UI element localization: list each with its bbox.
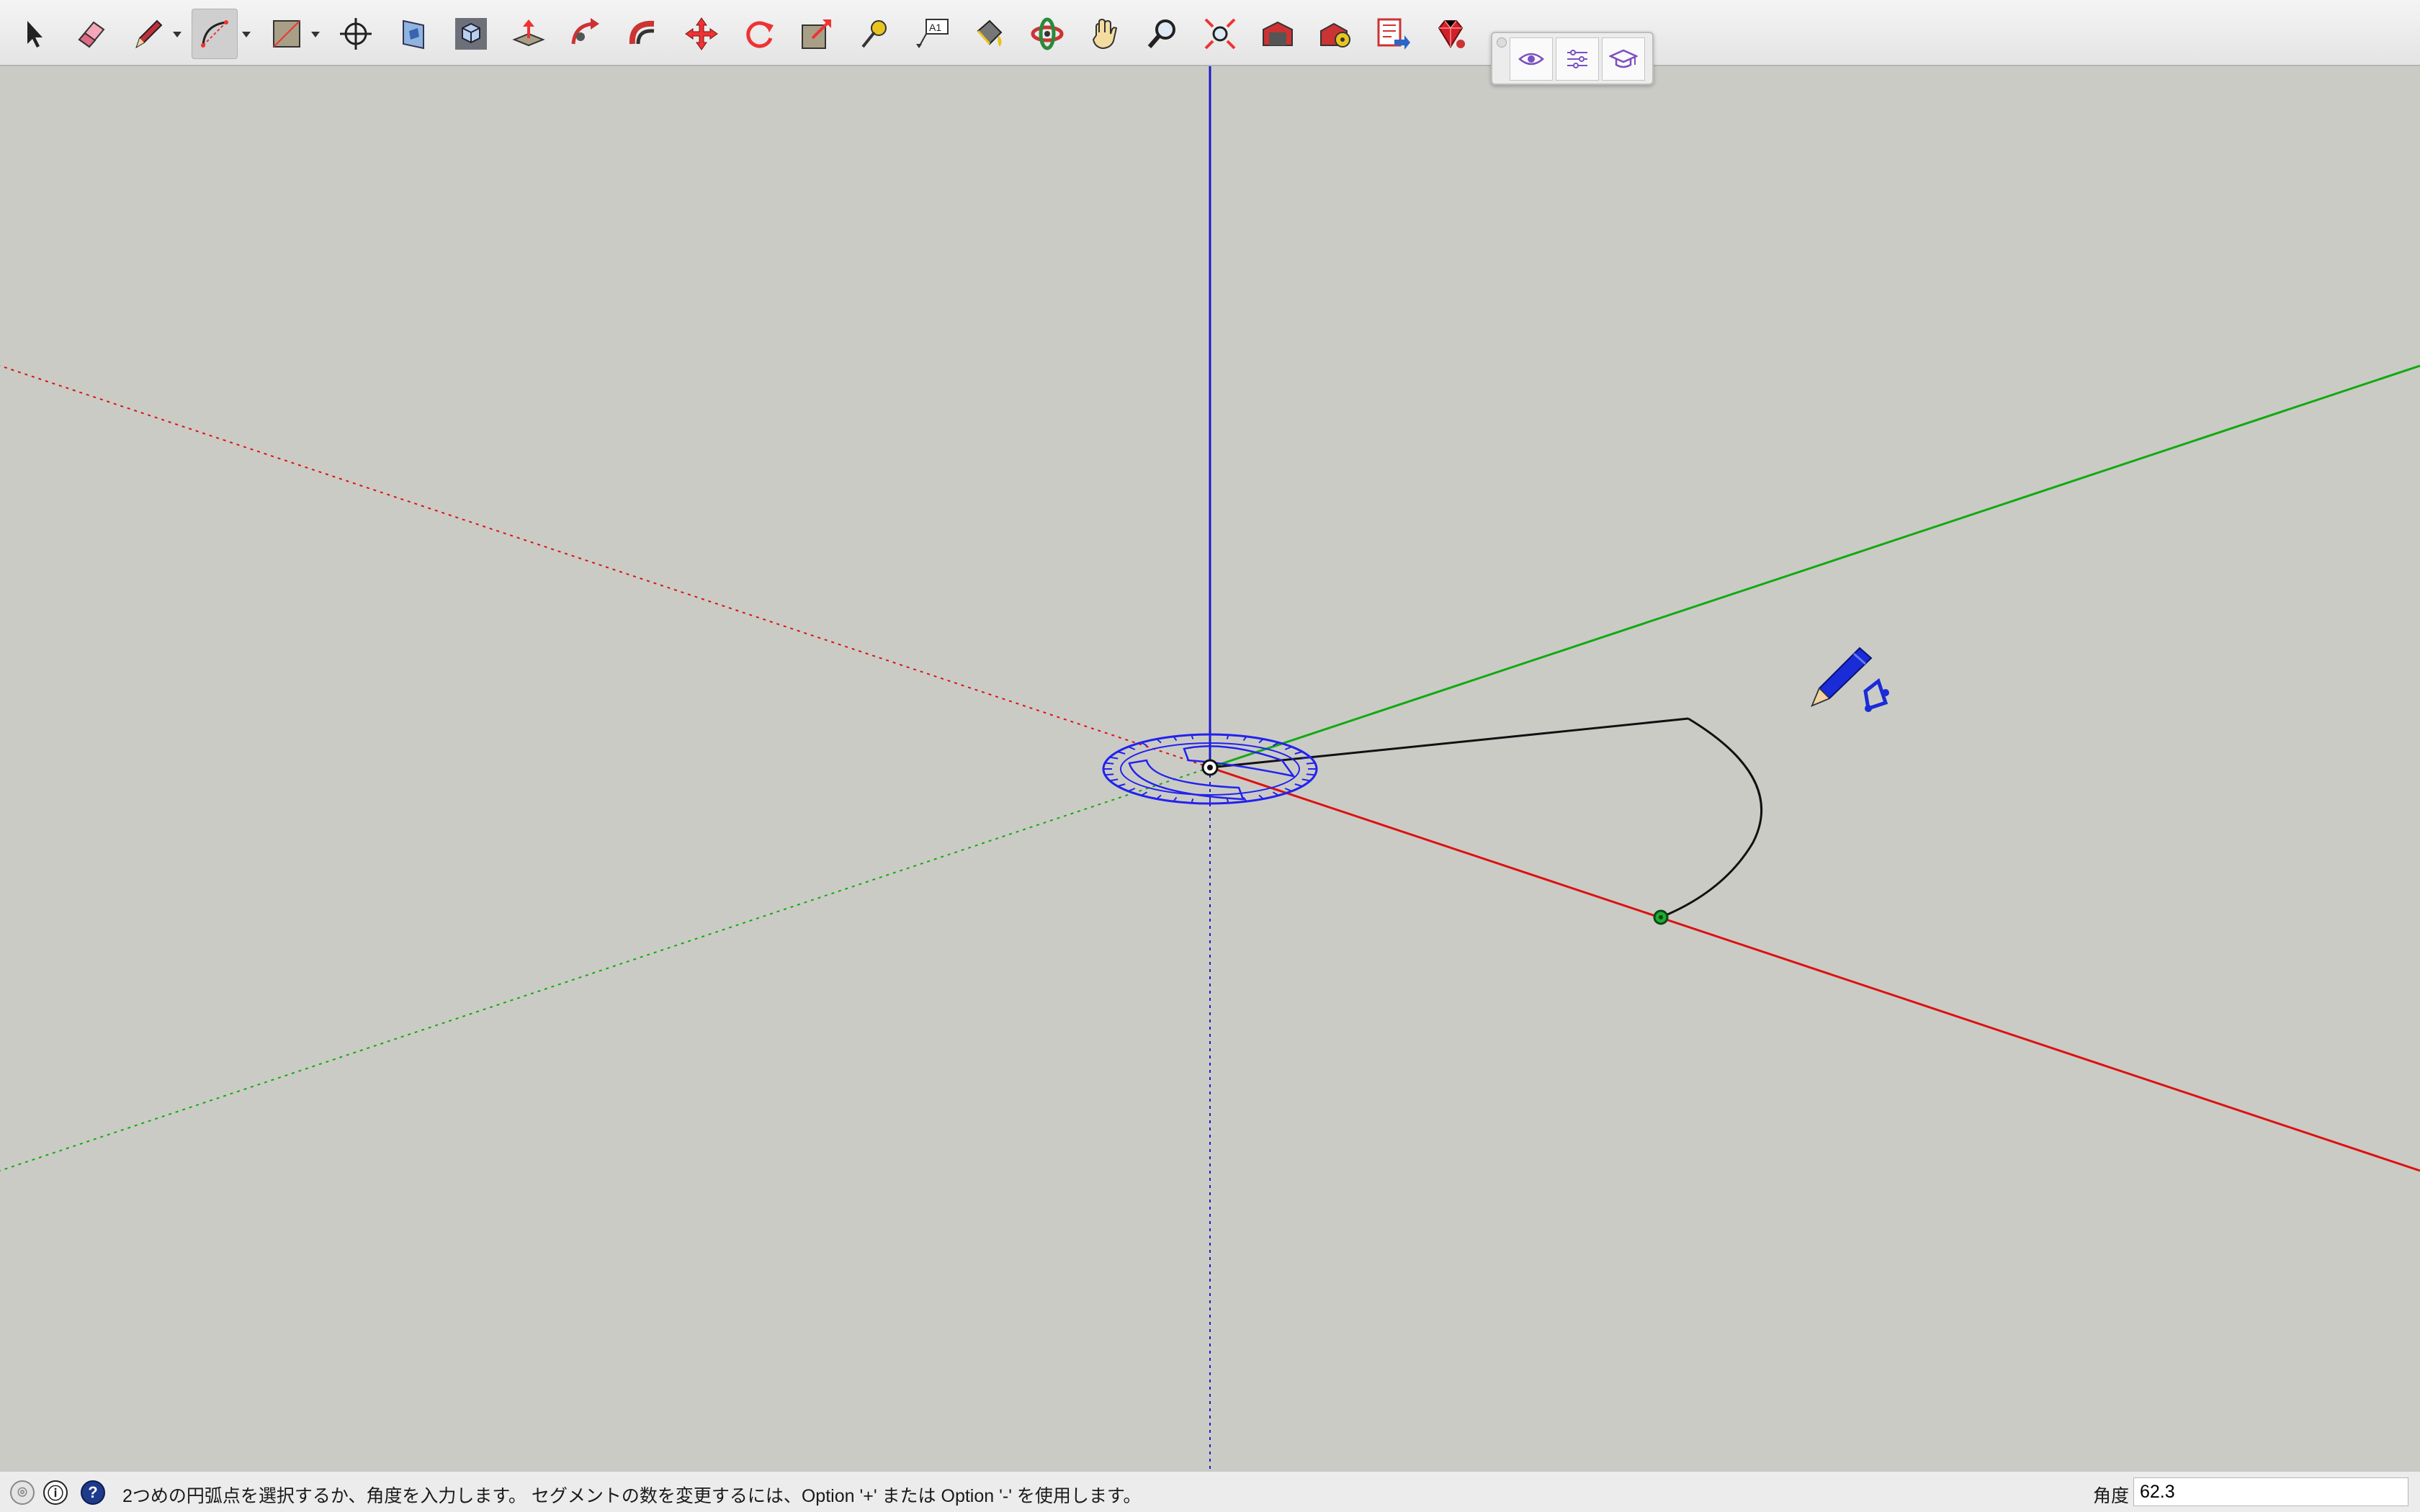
crosshair-icon — [340, 18, 372, 50]
section-plane-tool-button[interactable] — [390, 9, 436, 59]
red-axis — [1209, 766, 2420, 1172]
protractor-tick — [1105, 762, 1114, 765]
magnifier-icon — [1147, 19, 1175, 48]
layout-send-tool-button[interactable] — [1370, 9, 1416, 59]
tape-measure-icon — [861, 20, 887, 48]
scale-tool-button[interactable] — [794, 9, 840, 59]
protractor-tick — [1109, 756, 1119, 760]
text-tool-button[interactable]: A1 — [909, 9, 955, 59]
ruby-console-tool-button[interactable] — [1428, 9, 1474, 59]
main-toolbar: A1 — [0, 0, 2420, 66]
panel-close-icon[interactable] — [1497, 37, 1507, 48]
green-axis-negative — [0, 767, 1211, 1171]
measurement-input[interactable] — [2133, 1477, 2408, 1506]
select-tool-button[interactable] — [10, 9, 56, 59]
3d-viewport[interactable] — [0, 66, 2420, 1470]
ruby-gem-icon — [1438, 20, 1465, 48]
section-plane-icon — [403, 19, 424, 50]
protractor-tick — [1128, 788, 1136, 792]
zoom-extents-icon — [1204, 18, 1236, 50]
red-axis-negative — [0, 365, 1211, 768]
tape-measure-2-tool-button[interactable] — [851, 9, 897, 59]
iso-view-tool-button[interactable] — [448, 9, 494, 59]
text-tool-label: A1 — [929, 22, 941, 33]
measurement-label: 角度 — [2093, 1486, 2130, 1506]
hand-icon — [1092, 18, 1118, 50]
protractor-tick — [1109, 778, 1119, 782]
paint-bucket-tool-button[interactable] — [967, 9, 1013, 59]
pencil-icon — [135, 19, 163, 49]
arc-tool-dropdown[interactable] — [242, 32, 251, 37]
rotate-tool-button[interactable] — [736, 9, 782, 59]
protractor-tick — [1306, 762, 1315, 765]
model-canvas[interactable] — [0, 66, 2420, 1470]
arc-icon — [201, 20, 228, 48]
protractor-tick — [1301, 778, 1311, 782]
follow-me-tool-button[interactable] — [563, 9, 609, 59]
arc-pencil-cursor-icon — [1811, 647, 1889, 712]
scale-icon — [802, 19, 831, 49]
text-icon: A1 — [916, 19, 949, 48]
help-icon[interactable]: ? — [81, 1480, 105, 1505]
rotate-icon — [746, 21, 774, 48]
arc-curve — [1660, 717, 1763, 919]
protractor-tick — [1141, 791, 1148, 796]
status-message: 2つめの円弧点を選択するか、角度を入力します。 セグメントの数を変更するには、O… — [122, 1486, 1142, 1506]
eraser-icon — [78, 21, 105, 48]
zoom-extents-tool-button[interactable] — [1197, 9, 1243, 59]
push-pull-icon — [512, 19, 545, 47]
protractor-tick — [1294, 783, 1303, 787]
protractor-tick — [1117, 751, 1126, 755]
green-axis — [1209, 364, 2420, 769]
protractor-tick — [1141, 742, 1148, 747]
arrow-cursor-icon — [27, 21, 42, 48]
eraser-tool-button[interactable] — [68, 9, 114, 59]
geolocation-icon[interactable]: ⌾ — [10, 1480, 35, 1505]
push-pull-tool-button[interactable] — [506, 9, 552, 59]
arc-tool-button[interactable] — [192, 9, 238, 59]
offset-icon — [629, 20, 655, 45]
protractor-tick — [1272, 791, 1279, 796]
warehouse-icon — [1263, 21, 1293, 46]
paint-bucket-icon — [977, 19, 1003, 47]
tape-measure-tool-button[interactable] — [333, 9, 379, 59]
extension-warehouse-tool-button[interactable] — [1312, 9, 1358, 59]
iso-cube-icon — [455, 18, 487, 50]
protractor-tick — [1117, 783, 1126, 787]
line-tool-dropdown[interactable] — [173, 32, 182, 37]
offset-tool-button[interactable] — [621, 9, 667, 59]
credits-info-icon[interactable]: ⓘ — [43, 1480, 68, 1505]
zoom-tool-button[interactable] — [1139, 9, 1186, 59]
orbit-icon — [1031, 17, 1064, 50]
line-tool-button[interactable] — [125, 9, 171, 59]
pan-tool-button[interactable] — [1082, 9, 1128, 59]
protractor-tick — [1128, 746, 1136, 750]
extension-icon — [1320, 22, 1350, 48]
orbit-tool-button[interactable] — [1024, 9, 1070, 59]
rectangle-icon — [273, 20, 300, 48]
protractor-tick — [1306, 773, 1315, 776]
send-to-layout-icon — [1377, 18, 1410, 50]
warehouse-tool-button[interactable] — [1255, 9, 1301, 59]
rectangle-tool-dropdown[interactable] — [311, 32, 320, 37]
rectangle-tool-button[interactable] — [264, 9, 310, 59]
move-arrows-icon — [685, 17, 718, 50]
move-tool-button[interactable] — [678, 9, 725, 59]
follow-me-icon — [571, 18, 599, 45]
protractor-tick — [1105, 773, 1114, 776]
protractor-tick — [1284, 788, 1292, 792]
protractor-tick — [1294, 751, 1303, 755]
protractor-tick — [1284, 746, 1292, 750]
status-bar: ⌾ ⓘ ? 2つめの円弧点を選択するか、角度を入力します。 セグメントの数を変更… — [0, 1470, 2420, 1512]
